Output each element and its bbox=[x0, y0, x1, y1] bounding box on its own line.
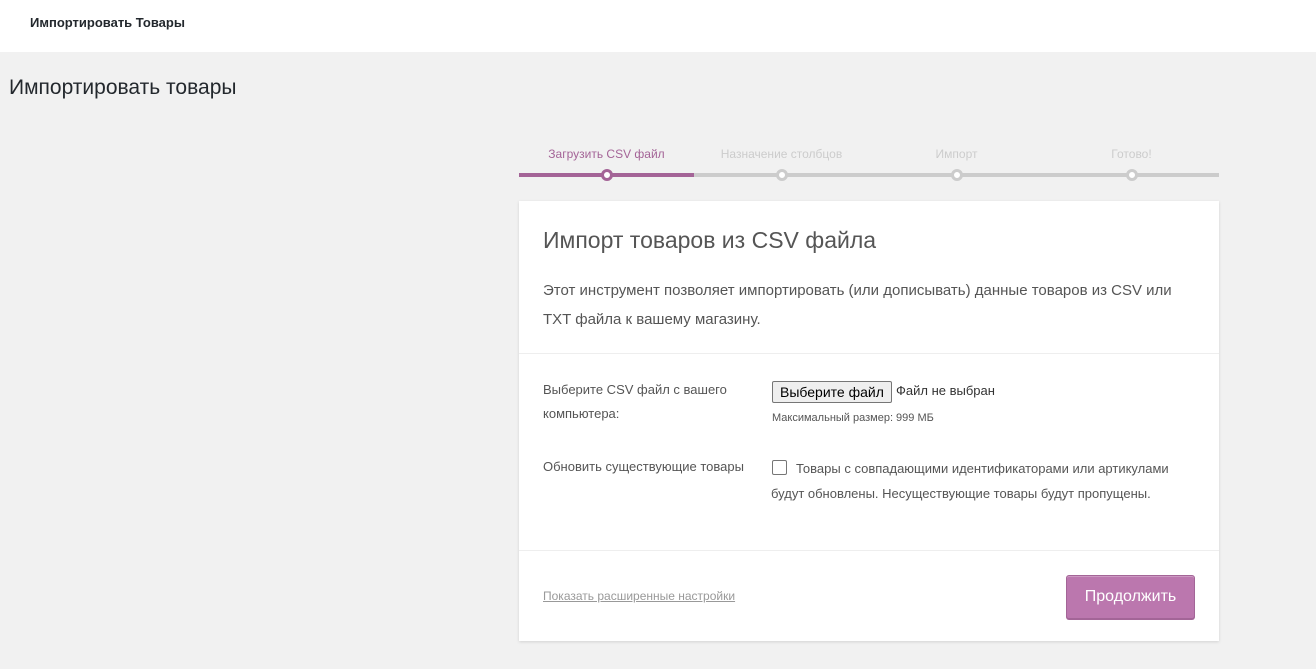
card-title: Импорт товаров из CSV файла bbox=[543, 227, 877, 253]
step-dot-icon bbox=[1126, 169, 1138, 181]
step-label: Назначение столбцов bbox=[720, 147, 843, 161]
choose-file-button[interactable]: Выберите файл bbox=[772, 381, 892, 403]
page-title: Импортировать товары bbox=[9, 76, 237, 99]
card-header: Импорт товаров из CSV файла Этот инструм… bbox=[519, 201, 1219, 354]
file-upload-label: Выберите CSV файл с вашего компьютера: bbox=[543, 382, 727, 421]
card-description: Этот инструмент позволяет импортировать … bbox=[543, 282, 1172, 328]
step-label: Загрузить CSV файл bbox=[548, 147, 665, 161]
max-size-hint: Максимальный размер: 999 МБ bbox=[772, 412, 934, 424]
step-label: Готово! bbox=[1111, 147, 1152, 161]
update-existing-checkbox[interactable] bbox=[772, 460, 787, 475]
update-existing-description: Товары с совпадающими идентификаторами и… bbox=[771, 461, 1169, 501]
step-dot-icon bbox=[951, 169, 963, 181]
step-dot-icon bbox=[776, 169, 788, 181]
card-footer: Показать расширенные настройки Продолжит… bbox=[519, 550, 1219, 641]
continue-button[interactable]: Продолжить bbox=[1066, 575, 1195, 619]
step-column-mapping: Назначение столбцов bbox=[694, 146, 869, 182]
top-bar: Импортировать Товары bbox=[0, 0, 1316, 52]
file-status-text: Файл не выбран bbox=[896, 383, 995, 398]
step-import: Импорт bbox=[869, 146, 1044, 182]
update-existing-label: Обновить существующие товары bbox=[543, 459, 744, 474]
step-label: Импорт bbox=[935, 147, 978, 161]
step-upload-csv: Загрузить CSV файл bbox=[519, 146, 694, 182]
show-advanced-options-link[interactable]: Показать расширенные настройки bbox=[543, 589, 735, 603]
progress-steps: Загрузить CSV файл Назначение столбцов И… bbox=[519, 146, 1219, 186]
top-bar-title: Импортировать Товары bbox=[30, 15, 185, 30]
import-card: Импорт товаров из CSV файла Этот инструм… bbox=[519, 201, 1219, 641]
step-dot-icon bbox=[601, 169, 613, 181]
step-done: Готово! bbox=[1044, 146, 1219, 182]
